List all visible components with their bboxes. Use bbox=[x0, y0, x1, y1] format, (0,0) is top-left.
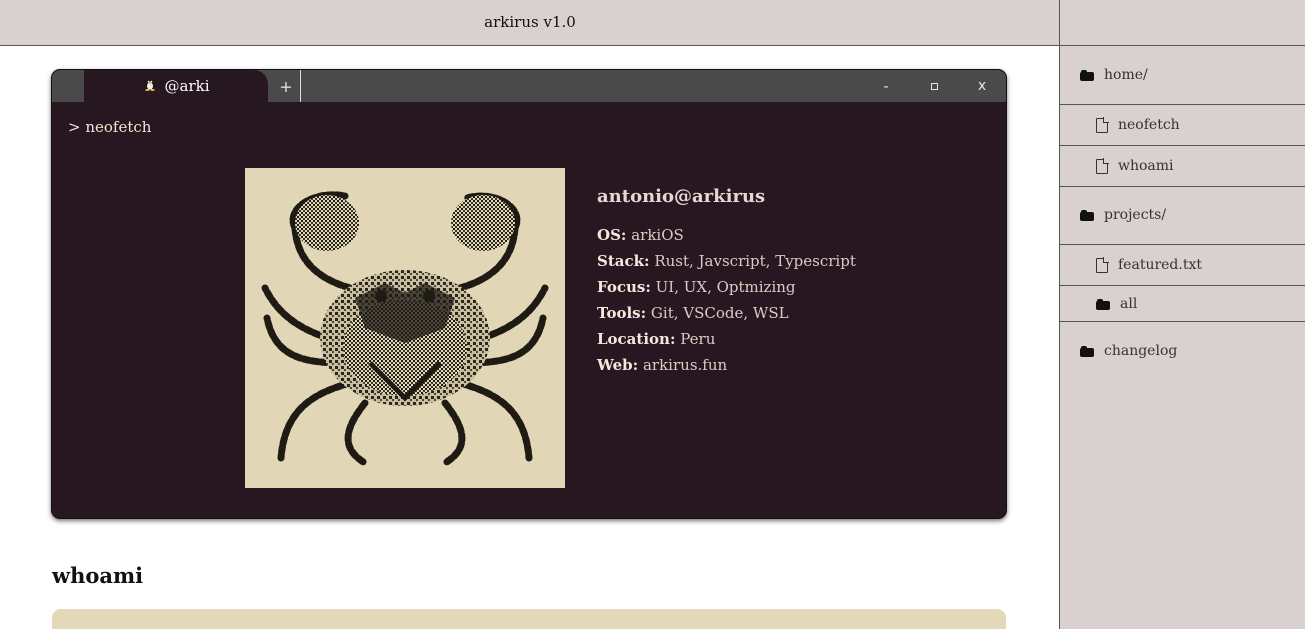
sidebar-item-label: projects/ bbox=[1104, 207, 1167, 223]
sidebar-item-label: neofetch bbox=[1118, 117, 1180, 133]
sidebar-item-label: changelog bbox=[1104, 343, 1178, 359]
info-value: Git, VSCode, WSL bbox=[650, 304, 789, 322]
sidebar-item-whoami[interactable]: whoami bbox=[1060, 155, 1305, 177]
info-value: Peru bbox=[680, 330, 716, 348]
divider bbox=[1060, 104, 1305, 105]
info-value: arkiOS bbox=[631, 226, 684, 244]
info-key: Web: bbox=[597, 356, 639, 374]
terminal-prompt: > neofetch bbox=[68, 118, 152, 136]
whoami-card bbox=[52, 609, 1006, 629]
info-line-web: Web: arkirus.fun bbox=[597, 356, 856, 382]
app-title: arkirus v1.0 bbox=[484, 13, 576, 31]
info-value[interactable]: arkirus.fun bbox=[643, 356, 727, 374]
close-button[interactable]: x bbox=[970, 76, 994, 96]
maximize-icon bbox=[930, 82, 938, 90]
sidebar-item-projects[interactable]: projects/ bbox=[1060, 204, 1305, 226]
divider bbox=[1060, 321, 1305, 322]
top-header: arkirus v1.0 bbox=[0, 0, 1060, 46]
info-line-tools: Tools: Git, VSCode, WSL bbox=[597, 304, 856, 330]
folder-icon bbox=[1080, 69, 1094, 81]
info-key: Focus: bbox=[597, 278, 651, 296]
sidebar-item-featured[interactable]: featured.txt bbox=[1060, 254, 1305, 276]
info-line-focus: Focus: UI, UX, Optmizing bbox=[597, 278, 856, 304]
file-icon bbox=[1096, 117, 1109, 133]
terminal-tab-label: @arki bbox=[164, 77, 210, 95]
file-icon bbox=[1096, 257, 1109, 273]
sidebar-item-label: featured.txt bbox=[1118, 257, 1202, 273]
folder-icon bbox=[1080, 209, 1094, 221]
sidebar-item-all[interactable]: all bbox=[1060, 293, 1305, 315]
info-key: Stack: bbox=[597, 252, 650, 270]
file-icon bbox=[1096, 158, 1109, 174]
sidebar-item-label: all bbox=[1120, 296, 1138, 312]
info-key: Tools: bbox=[597, 304, 647, 322]
divider bbox=[1060, 285, 1305, 286]
info-key: Location: bbox=[597, 330, 676, 348]
info-line-stack: Stack: Rust, Javscript, Typescript bbox=[597, 252, 856, 278]
divider bbox=[1060, 145, 1305, 146]
info-line-location: Location: Peru bbox=[597, 330, 856, 356]
terminal-title-bar: @arki + - x bbox=[52, 70, 1006, 102]
sidebar-header bbox=[1060, 0, 1305, 46]
tab-divider bbox=[300, 70, 301, 102]
info-value: Rust, Javscript, Typescript bbox=[654, 252, 856, 270]
sidebar-item-label: home/ bbox=[1104, 67, 1148, 83]
divider bbox=[1060, 244, 1305, 245]
neofetch-info: antonio@arkirus OS: arkiOS Stack: Rust, … bbox=[597, 186, 856, 382]
info-value: UI, UX, Optmizing bbox=[655, 278, 796, 296]
sidebar-item-home[interactable]: home/ bbox=[1060, 64, 1305, 86]
info-line-os: OS: arkiOS bbox=[597, 226, 856, 252]
sidebar-item-label: whoami bbox=[1118, 158, 1174, 174]
sidebar-item-changelog[interactable]: changelog bbox=[1060, 340, 1305, 362]
sidebar-item-neofetch[interactable]: neofetch bbox=[1060, 114, 1305, 136]
file-tree-sidebar: home/ neofetch whoami projects/ featured… bbox=[1059, 0, 1305, 629]
tux-icon bbox=[143, 77, 157, 95]
add-tab-button[interactable]: + bbox=[274, 74, 298, 98]
terminal-tab[interactable]: @arki bbox=[84, 70, 268, 102]
maximize-button[interactable] bbox=[922, 76, 946, 96]
folder-icon bbox=[1080, 345, 1094, 357]
crab-image bbox=[245, 168, 565, 488]
divider bbox=[1060, 186, 1305, 187]
minimize-button[interactable]: - bbox=[874, 76, 898, 96]
neofetch-user: antonio@arkirus bbox=[597, 186, 766, 207]
info-key: OS: bbox=[597, 226, 627, 244]
terminal-window: @arki + - x > neofetch antonio@arkirus O… bbox=[51, 69, 1007, 519]
section-title-whoami: whoami bbox=[52, 563, 144, 588]
folder-icon bbox=[1096, 298, 1110, 310]
